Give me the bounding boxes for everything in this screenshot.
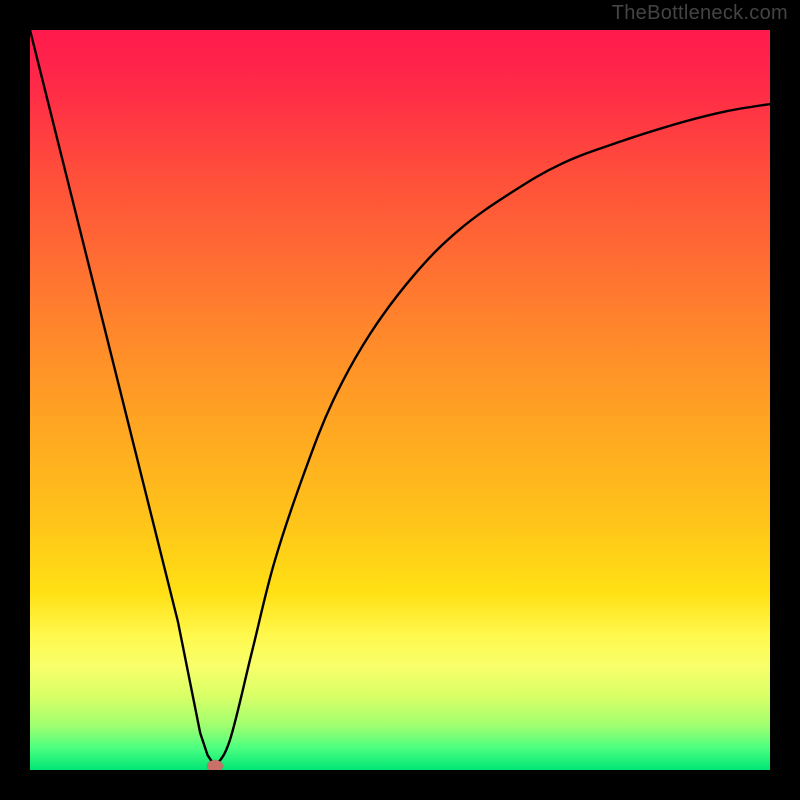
plot-area (30, 30, 770, 770)
optimum-marker (207, 760, 223, 770)
bottleneck-curve (30, 30, 770, 770)
watermark-text: TheBottleneck.com (612, 2, 788, 25)
chart-frame: TheBottleneck.com (0, 0, 800, 800)
